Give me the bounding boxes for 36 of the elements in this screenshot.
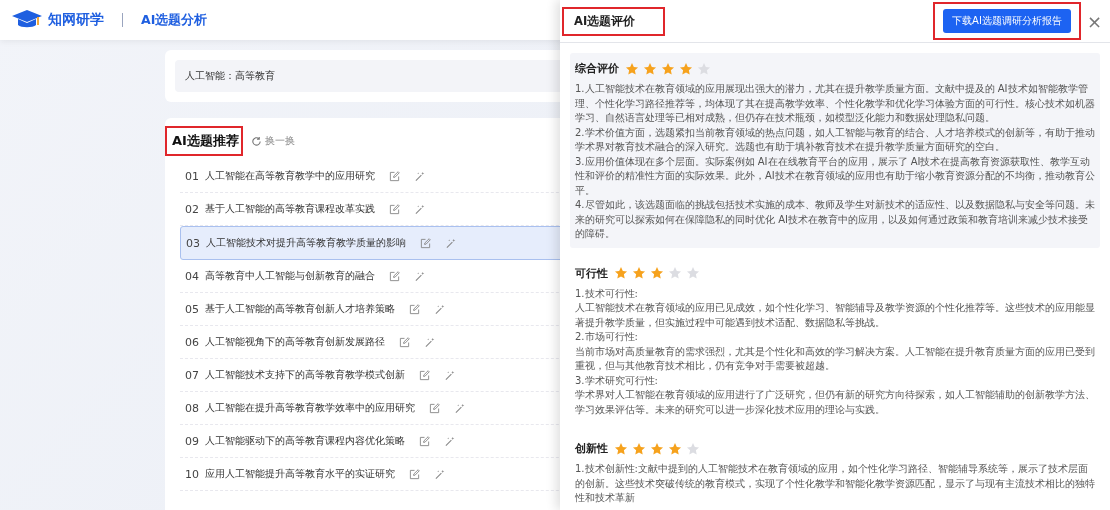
brand-name: 知网研学: [48, 11, 104, 29]
topic-title: 人工智能在提升高等教育教学效率中的应用研究: [205, 401, 415, 415]
section-title: 综合评价: [575, 61, 619, 76]
topic-title: 人工智能技术支持下的高等教育教学模式创新: [205, 368, 405, 382]
topic-title: 基于人工智能的高等教育创新人才培养策略: [205, 302, 395, 316]
evaluation-text: 人工智能技术在教育领域的应用已见成效，如个性化学习、智能辅导及教学资源的个性化推荐等。这些技术的应用能显著提升教学质量，但实施过程中可能遇到技术适配、数据隐私等挑战。: [575, 301, 1095, 330]
topic-title: 人工智能在高等教育教学中的应用研究: [205, 169, 375, 183]
topic-title: 应用人工智能提升高等教育水平的实证研究: [205, 467, 395, 481]
topic-number: 08: [185, 401, 199, 415]
topic-number: 06: [185, 335, 199, 349]
topic-number: 01: [185, 169, 199, 183]
evaluation-text: 1.人工智能技术在教育领域的应用展现出强大的潜力，尤其在提升教学质量方面。文献中提及的 AI技术如智能教学管理、个性化学习路径推荐等，均体现了其在提高教学效率、个性化教学和优化学习体验方面的可行性。核心技术如机器学习、自然语言处理等已相对成熟，但仍存在技术瓶颈，如模型泛化能力和数据处理隐私问题。: [575, 82, 1095, 125]
section-title: 创新性: [575, 441, 608, 456]
topic-number: 04: [185, 269, 199, 283]
evaluation-text: 1.技术创新性:文献中提到的人工智能技术在教育领域的应用，如个性化学习路径、智能辅导系统等，展示了技术层面的创新。这些技术突破传统的教育模式，实现了个性化教学和智能化教学资源匹配，显示了与现有主流技术相比的独特性和技术革新: [575, 462, 1095, 505]
evaluation-text: 2.学术价值方面，选题紧扣当前教育领域的热点问题，如人工智能与教育的结合、人才培养模式的创新等，有助于推动学术界对教育技术融合的深入研究。选题也有助于填补教育技术在提升教学质量方面研究的空白。: [575, 125, 1095, 154]
topic-title: 基于人工智能的高等教育课程改革实践: [205, 202, 375, 216]
topic-title: 人工智能驱动下的高等教育课程内容优化策略: [205, 434, 405, 448]
topic-number: 03: [186, 236, 200, 250]
drawer-title: AI选题评价: [562, 6, 666, 36]
evaluation-text: 当前市场对高质量教育的需求强烈，尤其是个性化和高效的学习解决方案。人工智能在提升教育质量方面的应用已受到重视，但与其他教育技术相比，仍有竞争对手需要被超越。: [575, 344, 1095, 373]
topic-title: 高等教育中人工智能与创新教育的融合: [205, 269, 375, 283]
topic-title: 人工智能视角下的高等教育创新发展路径: [205, 335, 385, 349]
evaluation-text: 4.尽管如此，该选题面临的挑战包括技术实施的成本、教师及学生对新技术的适应性、以及数据隐私与安全等问题。未来的研究可以探索如何在保障隐私的同时优化 AI技术在教育中的应用，以及如何通过政策和教育培训来减少技术接受的障碍。: [575, 198, 1095, 241]
section-heading: AI选题推荐: [165, 126, 243, 156]
evaluation-text: 1.技术可行性:: [575, 286, 639, 301]
topic-number: 07: [185, 368, 199, 382]
evaluation-text: 3.学术研究可行性:: [575, 373, 659, 388]
topic-number: 09: [185, 434, 199, 448]
section-title: 可行性: [575, 265, 608, 281]
page-title: AI选题分析: [141, 11, 208, 29]
topic-number: 05: [185, 302, 199, 316]
topic-number: 10: [185, 467, 199, 481]
topic-title: 人工智能技术对提升高等教育教学质量的影响: [206, 236, 406, 250]
evaluation-text: 2.市场可行性:: [575, 330, 639, 344]
topic-number: 02: [185, 202, 199, 216]
